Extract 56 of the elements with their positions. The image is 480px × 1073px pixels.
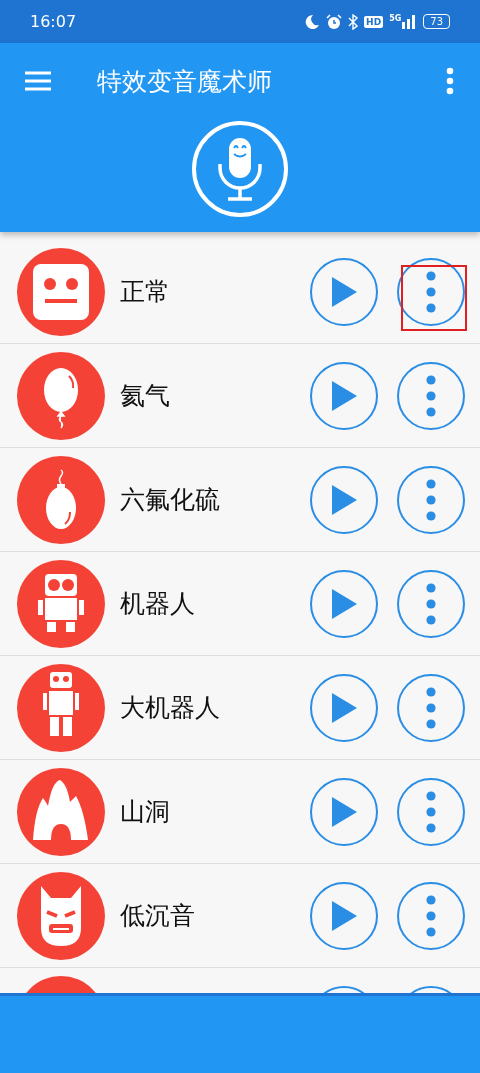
effect-icon xyxy=(17,559,105,648)
options-button[interactable] xyxy=(397,361,465,430)
battery-indicator: 73 xyxy=(423,14,450,29)
play-icon xyxy=(330,379,358,412)
alarm-icon xyxy=(326,13,343,30)
menu-icon xyxy=(25,71,51,91)
more-icon xyxy=(426,374,436,417)
more-icon xyxy=(426,686,436,729)
effect-name: 机器人 xyxy=(120,588,195,620)
options-button[interactable] xyxy=(397,673,465,742)
play-button[interactable] xyxy=(310,777,378,846)
effect-icon xyxy=(17,767,105,856)
play-icon xyxy=(330,275,358,308)
play-icon xyxy=(330,587,358,620)
play-button[interactable] xyxy=(310,569,378,638)
options-button[interactable] xyxy=(397,257,465,326)
more-icon xyxy=(426,270,436,313)
options-button[interactable] xyxy=(397,569,465,638)
options-button[interactable] xyxy=(397,777,465,846)
effect-icon xyxy=(17,247,105,336)
play-button[interactable] xyxy=(310,257,378,326)
play-icon xyxy=(330,899,358,932)
record-button[interactable] xyxy=(192,121,288,217)
effect-icon xyxy=(17,455,105,544)
play-button[interactable] xyxy=(310,673,378,742)
play-icon xyxy=(330,691,358,724)
app-title: 特效变音魔术师 xyxy=(97,65,272,98)
effect-name: 六氟化硫 xyxy=(120,484,220,516)
hd-badge: HD xyxy=(364,15,384,28)
effect-name: 氦气 xyxy=(120,380,170,412)
more-options-button[interactable] xyxy=(446,67,454,95)
more-icon xyxy=(426,894,436,937)
play-button[interactable] xyxy=(310,361,378,430)
play-button[interactable] xyxy=(310,465,378,534)
play-button[interactable] xyxy=(310,881,378,950)
more-icon xyxy=(446,67,454,95)
effect-icon xyxy=(17,351,105,440)
effect-icon xyxy=(17,663,105,752)
moon-icon xyxy=(304,13,321,30)
options-button[interactable] xyxy=(397,881,465,950)
signal-icon xyxy=(401,13,418,30)
status-time: 16:07 xyxy=(30,12,77,31)
options-button[interactable] xyxy=(397,465,465,534)
menu-button[interactable] xyxy=(25,71,51,91)
effect-icon xyxy=(17,871,105,960)
effect-name: 大机器人 xyxy=(120,692,220,724)
effect-name: 正常 xyxy=(120,276,170,308)
play-icon xyxy=(330,483,358,516)
more-icon xyxy=(426,478,436,521)
more-icon xyxy=(426,790,436,833)
effect-name: 山洞 xyxy=(120,796,170,828)
effect-name: 低沉音 xyxy=(120,900,195,932)
bluetooth-icon xyxy=(348,13,359,30)
more-icon xyxy=(426,582,436,625)
play-icon xyxy=(330,795,358,828)
network-label: 5G xyxy=(389,13,402,23)
